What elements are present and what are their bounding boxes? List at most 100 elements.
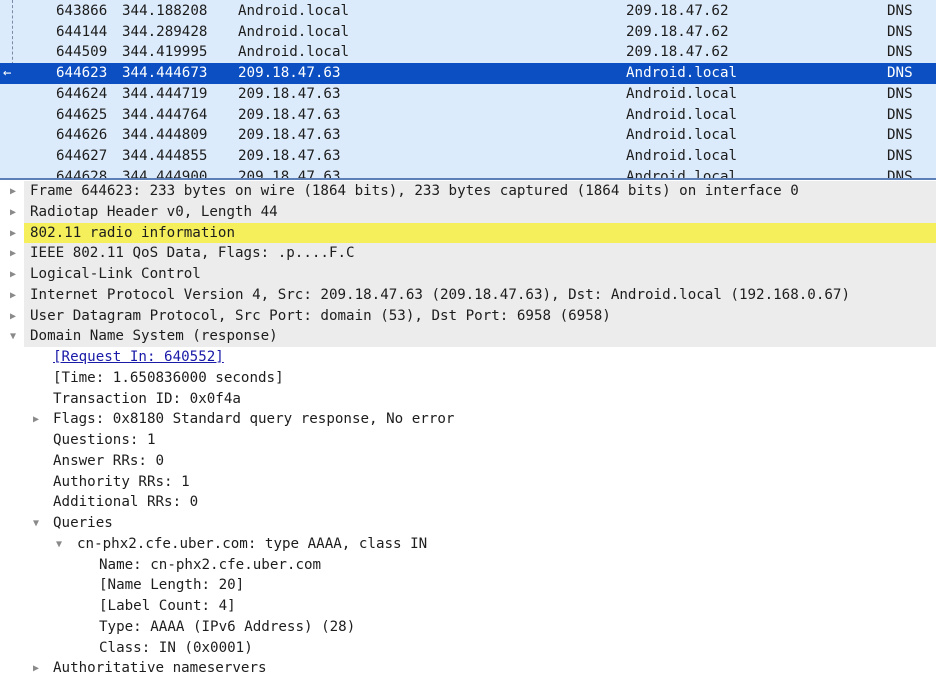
packet-source: 209.18.47.63: [238, 106, 341, 123]
packet-destination: 209.18.47.62: [626, 3, 729, 19]
packet-source: Android.local: [238, 23, 350, 40]
packet-row[interactable]: 644627 344.444855 209.18.47.63 Android.loca…: [0, 146, 936, 167]
packet-row[interactable]: 644626 344.444809 209.18.47.63 Android.loca…: [0, 125, 936, 146]
tree-item-label: User Datagram Protocol, Src Port: domain…: [30, 307, 611, 324]
tree-item[interactable]: Additional RRs: 0: [0, 492, 936, 513]
tree-item-label: Logical-Link Control: [30, 266, 201, 282]
packet-number: 644625: [56, 106, 108, 123]
packet-row-selected[interactable]: ← 644623 344.444673 209.18.47.63 Android.loc…: [0, 63, 936, 85]
tree-item-label: Answer RRs: 0: [53, 452, 165, 469]
packet-source: 209.18.47.63: [238, 127, 341, 144]
packet-number: 644509: [56, 44, 108, 61]
packet-source: Android.local: [238, 3, 350, 19]
tree-item-label: Flags: 0x8180 Standard query response, N…: [53, 411, 455, 428]
packet-list[interactable]: 643866 344.188208 Android.local 209.18.47.6…: [0, 0, 936, 180]
tree-item[interactable]: Type: AAAA (IPv6 Address) (28): [0, 617, 936, 638]
packet-number: 644626: [56, 127, 108, 144]
packet-source: 209.18.47.63: [238, 147, 341, 164]
related-arrow-icon: ←: [3, 65, 12, 82]
tree-item-label: Radiotap Header v0, Length 44: [30, 203, 278, 220]
packet-time: 344.444764: [122, 106, 208, 123]
request-in-link[interactable]: [Request In: 640552]: [53, 347, 224, 368]
packet-destination: Android.local: [626, 147, 738, 164]
expand-triangle-right-icon[interactable]: ▶: [10, 243, 16, 264]
packet-time: 344.419995: [122, 44, 208, 61]
packet-row[interactable]: 644624 344.444719 209.18.47.63 Android.loca…: [0, 84, 936, 105]
tree-item-label: Frame 644623: 233 bytes on wire (1864 bi…: [30, 183, 799, 199]
expand-triangle-down-icon[interactable]: ▼: [33, 513, 39, 534]
packet-number: 644628: [56, 168, 108, 180]
tree-item[interactable]: Authority RRs: 1: [0, 472, 936, 493]
tree-item[interactable]: ▶ Internet Protocol Version 4, Src: 209.1…: [0, 284, 936, 306]
tree-item[interactable]: Answer RRs: 0: [0, 451, 936, 472]
packet-time: 344.444900: [122, 168, 208, 180]
packet-time: 344.444719: [122, 85, 208, 102]
packet-protocol: DNS: [887, 106, 913, 123]
packet-destination: 209.18.47.62: [626, 23, 729, 40]
tree-item-label: Class: IN (0x0001): [99, 639, 253, 656]
tree-item[interactable]: [Name Length: 20]: [0, 575, 936, 596]
tree-item-label: Questions: 1: [53, 432, 156, 448]
tree-item-label: Type: AAAA (IPv6 Address) (28): [99, 618, 356, 635]
tree-item-label: Authority RRs: 1: [53, 473, 190, 490]
tree-item-label: Internet Protocol Version 4, Src: 209.18…: [30, 286, 850, 303]
packet-details-tree[interactable]: ▶ Frame 644623: 233 bytes on wire (1864 b…: [0, 180, 936, 690]
tree-item[interactable]: Name: cn-phx2.cfe.uber.com: [0, 555, 936, 576]
tree-item-label: 802.11 radio information: [30, 224, 235, 241]
tree-item[interactable]: ▼ cn-phx2.cfe.uber.com: type AAAA, class …: [0, 534, 936, 555]
packet-source: 209.18.47.63: [238, 85, 341, 102]
tree-item[interactable]: Class: IN (0x0001): [0, 638, 936, 659]
packet-source: 209.18.47.63: [238, 65, 341, 82]
packet-time: 344.289428: [122, 23, 208, 40]
packet-source: Android.local: [238, 44, 350, 61]
tree-item[interactable]: ▶ IEEE 802.11 QoS Data, Flags: .p....F.C: [0, 243, 936, 265]
packet-destination: Android.local: [626, 106, 738, 123]
expand-triangle-right-icon[interactable]: ▶: [10, 181, 16, 202]
tree-item-label: Queries: [53, 515, 113, 531]
tree-item[interactable]: ▶ User Datagram Protocol, Src Port: domai…: [0, 305, 936, 327]
tree-item[interactable]: ▼ Domain Name System (response): [0, 326, 936, 348]
tree-item-label: cn-phx2.cfe.uber.com: type AAAA, class I…: [77, 535, 428, 552]
tree-item[interactable]: ▶ Frame 644623: 233 bytes on wire (1864 b…: [0, 181, 936, 202]
packet-number: 644624: [56, 85, 108, 102]
tree-item-label: IEEE 802.11 QoS Data, Flags: .p....F.C: [30, 245, 355, 262]
expand-triangle-down-icon[interactable]: ▼: [56, 534, 62, 555]
tree-item-label: Additional RRs: 0: [53, 494, 199, 511]
tree-item[interactable]: [Request In: 640552]: [0, 347, 936, 368]
tree-item-label: Domain Name System (response): [30, 328, 278, 345]
packet-protocol: DNS: [887, 65, 913, 82]
packet-row[interactable]: 643866 344.188208 Android.local 209.18.47.6…: [0, 1, 936, 22]
tree-item-label: Transaction ID: 0x0f4a: [53, 390, 241, 407]
expand-triangle-right-icon[interactable]: ▶: [33, 409, 39, 430]
tree-item[interactable]: Transaction ID: 0x0f4a: [0, 389, 936, 410]
tree-item[interactable]: ▶ 802.11 radio information: [0, 222, 936, 244]
tree-item[interactable]: ▼ Queries: [0, 513, 936, 534]
tree-item[interactable]: ▶ Logical-Link Control: [0, 264, 936, 285]
expand-triangle-right-icon[interactable]: ▶: [10, 223, 16, 244]
packet-destination: Android.local: [626, 85, 738, 102]
packet-protocol: DNS: [887, 147, 913, 164]
expand-triangle-right-icon[interactable]: ▶: [10, 306, 16, 327]
expand-triangle-right-icon[interactable]: ▶: [10, 264, 16, 285]
packet-protocol: DNS: [887, 168, 913, 180]
packet-row[interactable]: 644628 344.444900 209.18.47.63 Android.loca…: [0, 167, 936, 180]
tree-item-label: Name: cn-phx2.cfe.uber.com: [99, 556, 322, 573]
packet-time: 344.444673: [122, 65, 208, 82]
expand-triangle-down-icon[interactable]: ▼: [10, 326, 16, 347]
tree-item[interactable]: ▶ Flags: 0x8180 Standard query response, …: [0, 409, 936, 430]
packet-row[interactable]: 644625 344.444764 209.18.47.63 Android.loca…: [0, 105, 936, 126]
tree-item[interactable]: [Time: 1.650836000 seconds]: [0, 368, 936, 389]
expand-triangle-right-icon[interactable]: ▶: [10, 285, 16, 306]
packet-row[interactable]: 644144 344.289428 Android.local 209.18.47.6…: [0, 22, 936, 43]
tree-item[interactable]: ▶ Authoritative nameservers: [0, 658, 936, 679]
tree-item[interactable]: ▶ Radiotap Header v0, Length 44: [0, 201, 936, 223]
expand-triangle-right-icon[interactable]: ▶: [10, 202, 16, 223]
packet-row[interactable]: 644509 344.419995 Android.local 209.18.47.6…: [0, 42, 936, 63]
packet-source: 209.18.47.63: [238, 168, 341, 180]
tree-item[interactable]: Questions: 1: [0, 430, 936, 451]
packet-number: 643866: [56, 3, 108, 19]
expand-triangle-right-icon[interactable]: ▶: [33, 658, 39, 679]
packet-time: 344.444809: [122, 127, 208, 144]
tree-item[interactable]: [Label Count: 4]: [0, 596, 936, 617]
packet-protocol: DNS: [887, 44, 913, 61]
